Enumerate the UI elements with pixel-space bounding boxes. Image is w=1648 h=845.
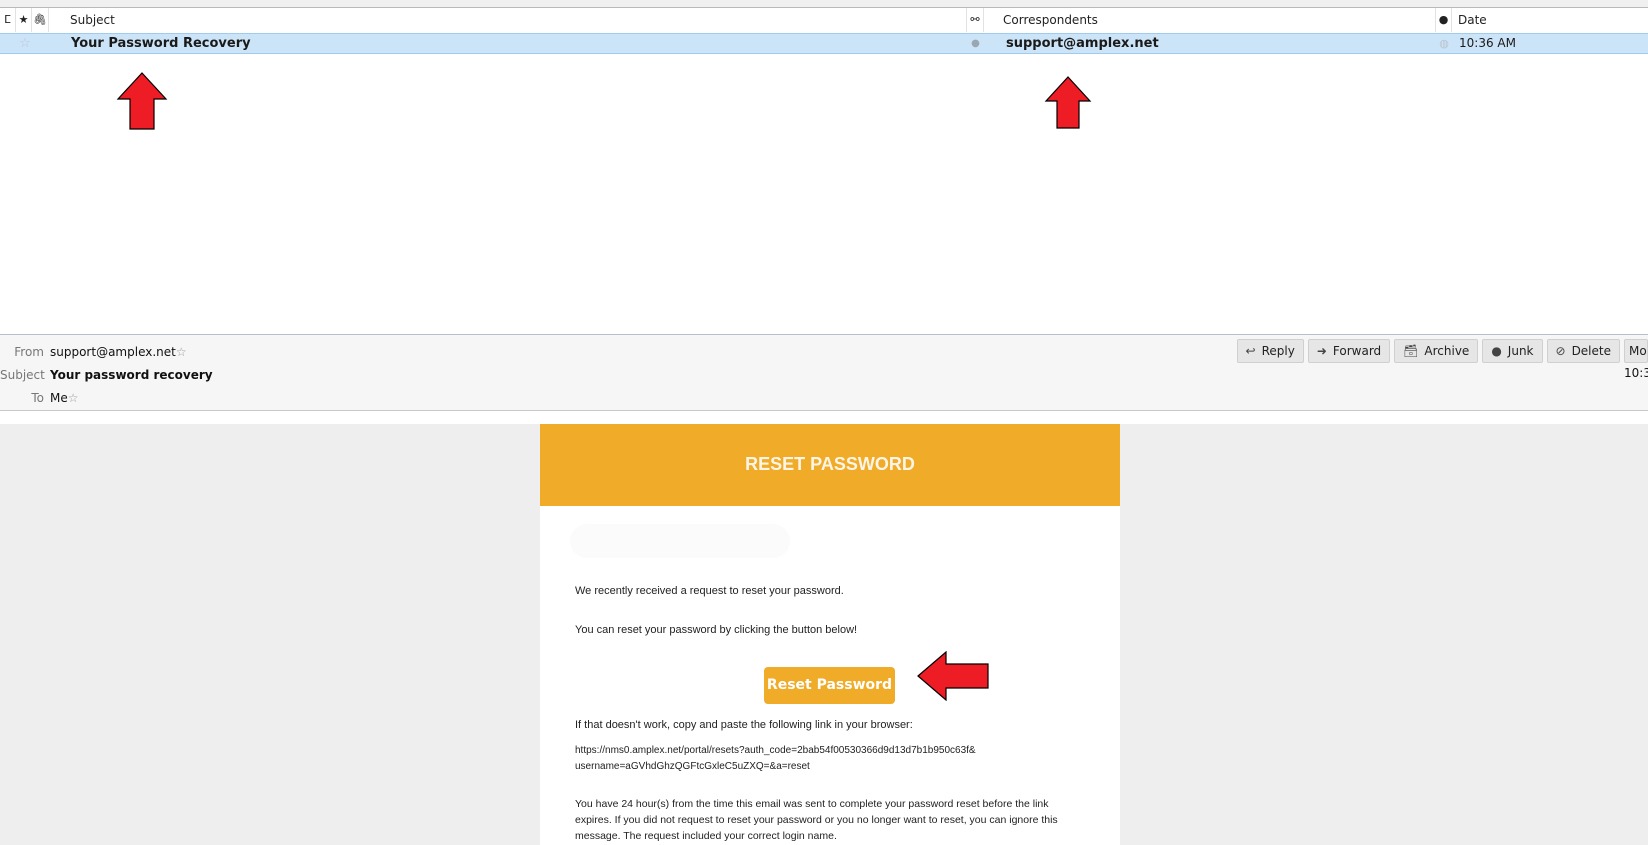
read-status-dot-icon[interactable]: ● <box>967 34 984 53</box>
message-action-toolbar: ↩ Reply ➜ Forward 🗃 Archive ● Junk ⊘ Delete M… <box>1236 339 1648 363</box>
archive-button[interactable]: 🗃 Archive <box>1394 339 1479 363</box>
star-icon[interactable]: ☆ <box>176 345 187 359</box>
email-card: RESET PASSWORD We recently received a re… <box>540 424 1120 845</box>
mail-client-window: ⵎ ★ 🖇 Subject ⚯ Correspondents ● Date ☆ … <box>0 0 1648 845</box>
subject-value: Your password recovery <box>50 368 213 382</box>
junk-flame-icon: ● <box>1491 344 1502 358</box>
row-date: 10:36 AM <box>1459 36 1516 50</box>
read-status-column-icon[interactable]: ⚯ <box>967 8 984 32</box>
more-button[interactable]: More <box>1624 339 1648 363</box>
email-paragraph-fallback: If that doesn't work, copy and paste the… <box>575 719 913 731</box>
thread-column-icon[interactable]: ⵎ <box>0 8 16 32</box>
delete-button[interactable]: ⊘ Delete <box>1546 339 1620 363</box>
email-expiry-line1: You have 24 hour(s) from the time this e… <box>575 798 1049 810</box>
row-subject[interactable]: Your Password Recovery <box>71 34 951 53</box>
junk-button[interactable]: ● Junk <box>1482 339 1543 363</box>
from-address[interactable]: support@amplex.net <box>50 345 176 359</box>
thread-pane: ⵎ ★ 🖇 Subject ⚯ Correspondents ● Date ☆ … <box>0 0 1648 334</box>
faded-logo <box>570 524 790 558</box>
junk-status-column-icon[interactable]: ● <box>1436 8 1452 32</box>
email-paragraph-instruction: You can reset your password by clicking … <box>575 624 858 636</box>
column-subject[interactable]: Subject <box>49 8 967 32</box>
junk-label: Junk <box>1507 344 1534 358</box>
reply-label: Reply <box>1261 344 1295 358</box>
reply-icon: ↩ <box>1245 344 1256 358</box>
from-value[interactable]: support@amplex.net☆ <box>50 345 187 359</box>
paperclip-icon[interactable]: 🖇 <box>32 8 49 32</box>
message-body: RESET PASSWORD We recently received a re… <box>0 411 1648 845</box>
star-toggle-icon[interactable]: ☆ <box>17 34 33 53</box>
reply-button[interactable]: ↩ Reply <box>1236 339 1304 363</box>
email-paragraph-request: We recently received a request to reset … <box>575 585 844 597</box>
email-expiry-line2: expires. If you did not request to reset… <box>575 814 1058 826</box>
delete-icon: ⊘ <box>1555 344 1566 358</box>
to-value[interactable]: Me☆ <box>50 391 79 405</box>
forward-button[interactable]: ➜ Forward <box>1307 339 1391 363</box>
column-correspondents[interactable]: Correspondents <box>984 8 1436 32</box>
more-label: More <box>1629 344 1647 358</box>
star-icon[interactable]: ☆ <box>68 391 79 405</box>
row-correspondent[interactable]: support@amplex.net <box>1006 34 1426 53</box>
forward-icon: ➜ <box>1316 344 1327 358</box>
delete-label: Delete <box>1571 344 1611 358</box>
reset-link-line2[interactable]: username=aGVhdGhzQGFtcGxleC5uZXQ=&a=rese… <box>575 759 810 775</box>
email-expiry-line3: message. The request included your corre… <box>575 830 837 842</box>
message-row[interactable]: ☆ Your Password Recovery ● support@ample… <box>0 33 1648 54</box>
column-header-row: ⵎ ★ 🖇 Subject ⚯ Correspondents ● Date <box>0 8 1648 32</box>
archive-label: Archive <box>1424 344 1470 358</box>
message-header-pane: From support@amplex.net☆ Subject Your pa… <box>0 334 1648 411</box>
subject-label: Subject <box>0 368 45 382</box>
reset-password-button[interactable]: Reset Password <box>764 667 895 704</box>
forward-label: Forward <box>1332 344 1382 358</box>
annotation-arrow-left-button <box>917 651 989 701</box>
reset-link-line1[interactable]: https://nms0.amplex.net/portal/resets?au… <box>575 743 976 759</box>
annotation-arrow-up-subject <box>116 72 168 130</box>
message-time: 10:36 <box>1624 366 1648 380</box>
email-banner-title: RESET PASSWORD <box>540 424 1120 506</box>
annotation-arrow-up-correspondent <box>1044 76 1092 129</box>
star-column-icon[interactable]: ★ <box>16 8 32 32</box>
column-date[interactable]: Date <box>1452 8 1648 32</box>
archive-icon: 🗃 <box>1403 344 1419 358</box>
to-label: To <box>31 391 44 405</box>
junk-status-icon[interactable]: ◍ <box>1436 34 1452 53</box>
to-recipient[interactable]: Me <box>50 391 68 405</box>
from-label: From <box>14 345 44 359</box>
toolbar-strip <box>0 0 1648 8</box>
